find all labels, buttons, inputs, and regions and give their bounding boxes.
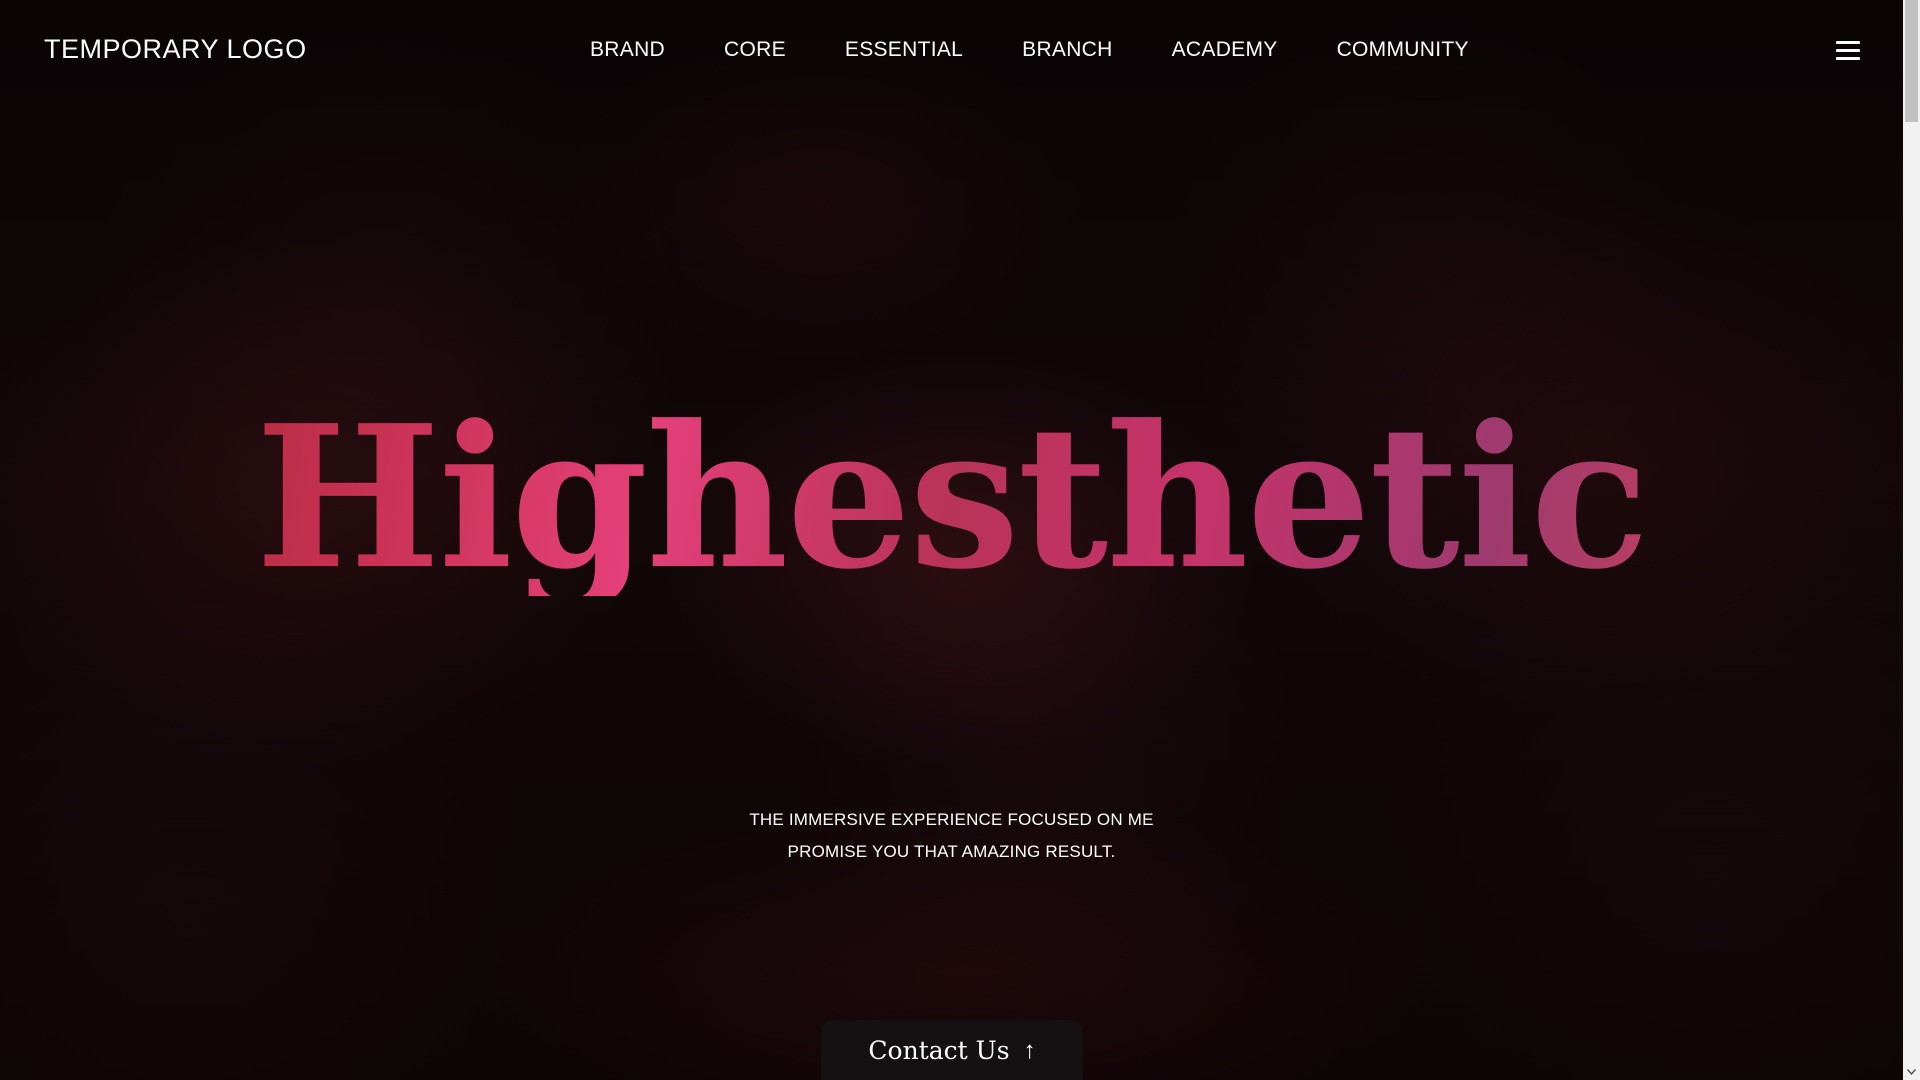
nav-item-brand[interactable]: BRAND [590,38,665,62]
page: TEMPORARY LOGO BRAND CORE ESSENTIAL BRAN… [0,0,1920,1080]
scrollbar-thumb[interactable] [1905,0,1918,122]
contact-us-button[interactable]: Contact Us ↑ [821,1020,1083,1080]
nav-item-core[interactable]: CORE [724,38,786,62]
nav-item-academy[interactable]: ACADEMY [1172,38,1278,62]
hero-subtitle: THE IMMERSIVE EXPERIENCE FOCUSED ON ME P… [0,804,1903,868]
hero-subtitle-line-1: THE IMMERSIVE EXPERIENCE FOCUSED ON ME [749,810,1154,829]
hamburger-menu-icon[interactable] [1836,41,1860,61]
vertical-scrollbar[interactable] [1903,0,1920,1080]
hero-title: Highesthetic [0,400,1903,596]
arrow-up-icon: ↑ [1023,1037,1036,1064]
nav-item-community[interactable]: COMMUNITY [1337,38,1469,62]
scroll-down-arrow-icon[interactable] [1903,1063,1920,1080]
site-logo[interactable]: TEMPORARY LOGO [44,34,307,65]
nav-item-essential[interactable]: ESSENTIAL [845,38,963,62]
main-nav: BRAND CORE ESSENTIAL BRANCH ACADEMY COMM… [590,38,1469,62]
contact-us-label: Contact Us [868,1036,1010,1065]
hero-subtitle-line-2: PROMISE YOU THAT AMAZING RESULT. [787,842,1116,861]
site-header: TEMPORARY LOGO BRAND CORE ESSENTIAL BRAN… [0,0,1903,100]
nav-item-branch[interactable]: BRANCH [1022,38,1112,62]
